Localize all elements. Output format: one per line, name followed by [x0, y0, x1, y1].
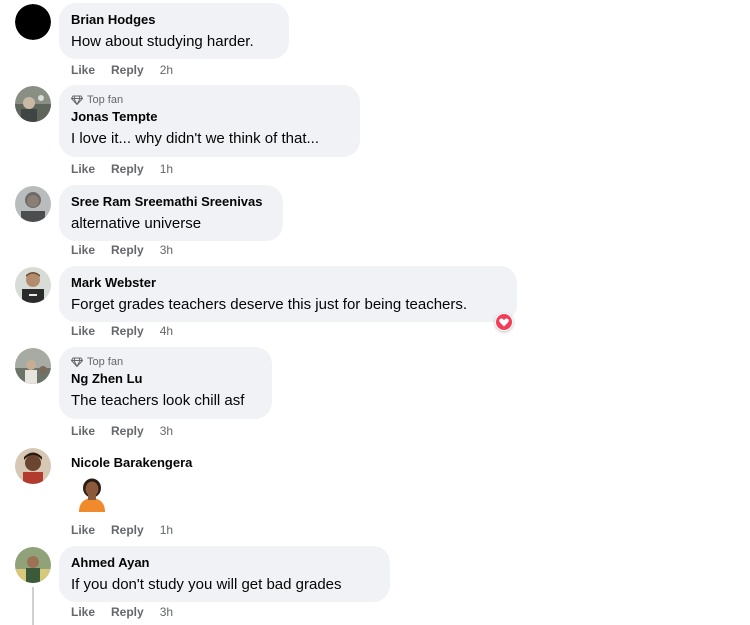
comment-item: Top fan Jonas Tempte I love it... why di…: [0, 82, 750, 182]
comment-author[interactable]: Jonas Tempte: [71, 108, 348, 126]
like-button[interactable]: Like: [71, 604, 95, 620]
comment-author[interactable]: Brian Hodges: [71, 11, 277, 29]
comment-author[interactable]: Nicole Barakengera: [71, 454, 192, 472]
comment-timestamp[interactable]: 4h: [160, 323, 173, 339]
comment-text: alternative universe: [71, 215, 202, 232]
comment-actions: Like Reply 3h: [71, 242, 173, 258]
comment-timestamp[interactable]: 2h: [160, 62, 173, 78]
comment-item: Nicole Barakengera Like Reply 1h: [0, 444, 750, 544]
like-button[interactable]: Like: [71, 62, 95, 78]
top-fan-badge: Top fan: [71, 93, 348, 107]
comment-bubble: Ahmed Ayan If you don't study you will g…: [59, 546, 390, 602]
avatar[interactable]: [15, 186, 51, 222]
comment-text: The teachers look chill asf: [71, 392, 245, 409]
love-reaction-icon[interactable]: [495, 313, 513, 331]
comment-text: Forget grades teachers deserve this just…: [71, 296, 468, 313]
like-button[interactable]: Like: [71, 161, 95, 177]
top-fan-badge: Top fan: [71, 355, 260, 369]
comment-item: Sree Ram Sreemathi Sreenivas alternative…: [0, 182, 750, 264]
comment-item: Top fan Ng Zhen Lu The teachers look chi…: [0, 344, 750, 444]
comment-actions: Like Reply 2h: [71, 62, 173, 78]
comment-actions: Like Reply 3h: [71, 423, 173, 439]
avatar[interactable]: [15, 448, 51, 484]
like-button[interactable]: Like: [71, 242, 95, 258]
comment-actions: Like Reply 1h: [71, 161, 173, 177]
comment-text: How about studying harder.: [71, 33, 254, 50]
comment-timestamp[interactable]: 3h: [160, 604, 173, 620]
avatar[interactable]: [15, 4, 51, 40]
comment-text: If you don't study you will get bad grad…: [71, 576, 342, 593]
diamond-icon: [71, 95, 83, 105]
avatar[interactable]: [15, 267, 51, 303]
like-button[interactable]: Like: [71, 522, 95, 538]
reply-button[interactable]: Reply: [111, 423, 144, 439]
reply-button[interactable]: Reply: [111, 323, 144, 339]
comment-bubble: Top fan Jonas Tempte I love it... why di…: [59, 85, 360, 157]
top-fan-label: Top fan: [87, 94, 124, 106]
comment-author[interactable]: Ng Zhen Lu: [71, 370, 260, 388]
top-fan-label: Top fan: [87, 356, 124, 368]
reply-button[interactable]: Reply: [111, 242, 144, 258]
reply-button[interactable]: Reply: [111, 604, 144, 620]
avatar[interactable]: [15, 348, 51, 384]
reply-button[interactable]: Reply: [111, 62, 144, 78]
thread-line: [32, 587, 34, 625]
comment-bubble: Top fan Ng Zhen Lu The teachers look chi…: [59, 347, 272, 419]
comment-item: Ahmed Ayan If you don't study you will g…: [0, 543, 750, 625]
comment-author[interactable]: Mark Webster: [71, 274, 505, 292]
comment-bubble: Brian Hodges How about studying harder.: [59, 3, 289, 59]
comment-actions: Like Reply 1h: [71, 522, 173, 538]
comment-actions: Like Reply 3h: [71, 604, 173, 620]
comment-item: Brian Hodges How about studying harder. …: [0, 0, 750, 80]
comment-actions: Like Reply 4h: [71, 323, 173, 339]
reply-button[interactable]: Reply: [111, 522, 144, 538]
comment-author[interactable]: Sree Ram Sreemathi Sreenivas: [71, 193, 271, 211]
comment-text: I love it... why didn't we think of that…: [71, 130, 319, 147]
avatar[interactable]: [15, 547, 51, 583]
like-button[interactable]: Like: [71, 323, 95, 339]
comment-bubble: Mark Webster Forget grades teachers dese…: [59, 266, 517, 322]
like-button[interactable]: Like: [71, 423, 95, 439]
comment-author[interactable]: Ahmed Ayan: [71, 554, 378, 572]
comment-timestamp[interactable]: 1h: [160, 161, 173, 177]
comment-timestamp[interactable]: 3h: [160, 423, 173, 439]
comment-bubble: Sree Ram Sreemathi Sreenivas alternative…: [59, 185, 283, 241]
avatar[interactable]: [15, 86, 51, 122]
comment-timestamp[interactable]: 1h: [160, 522, 173, 538]
reply-button[interactable]: Reply: [111, 161, 144, 177]
comment-item: Mark Webster Forget grades teachers dese…: [0, 263, 750, 346]
comment-timestamp[interactable]: 3h: [160, 242, 173, 258]
person-emoji-sticker[interactable]: [76, 476, 108, 512]
diamond-icon: [71, 357, 83, 367]
